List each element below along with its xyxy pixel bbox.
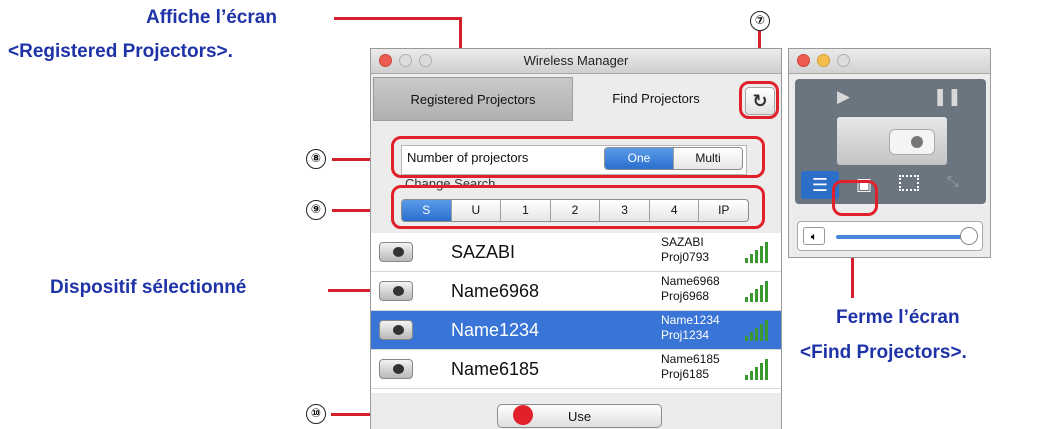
highlight-9 [391,185,765,229]
device-host: Name1234 [661,313,720,327]
zoom-icon[interactable] [837,54,850,67]
highlight-8 [391,136,765,178]
volume-track [836,235,970,239]
device-host: SAZABI [661,235,704,249]
device-info: Name6185 Proj6185 [661,352,720,382]
callout-affiche-line1: Affiche l’écran [146,7,277,28]
callout-number-8: ⑧ [306,149,326,169]
highlight-7 [739,81,779,119]
callout-ferme-line2: <Find Projectors>. [800,342,967,363]
projector-icon [379,359,413,379]
device-name: Name6185 [451,359,540,379]
volume-slider-knob[interactable] [960,227,978,245]
signal-icon [745,358,773,380]
device-info: SAZABI Proj0793 [661,235,709,265]
signal-icon [745,319,773,341]
close-icon[interactable] [797,54,810,67]
control-window: ▶ ❚❚ ☰ ▣ ⤡ 🔈︎ [788,48,991,258]
tab-find-projectors[interactable]: Find Projectors [576,77,736,121]
device-host: Name6185 [661,352,720,366]
device-list[interactable]: SAZABI SAZABI Proj0793 Name6968 Name6968 P… [371,233,781,393]
leader-affiche [334,17,462,20]
callout-affiche-line2: <Registered Projectors>. [8,41,233,62]
callout-ferme-line1: Ferme l’écran [836,307,960,328]
resize-icon[interactable]: ⤡ [947,173,977,195]
control-title-bar [789,49,990,74]
pause-icon[interactable]: ❚❚ [933,87,962,107]
projector-icon [837,117,947,165]
callout-dispositif: Dispositif sélectionné [50,277,247,298]
leader-10-dot [513,405,533,425]
volume-bar: 🔈︎ [797,221,983,251]
projector-icon [379,320,413,340]
speaker-icon[interactable]: 🔈︎ [803,227,825,245]
device-host: Name6968 [661,274,720,288]
window-title: Wireless Manager [523,53,629,68]
signal-icon [745,280,773,302]
device-id: Proj0793 [661,250,710,264]
device-id: Proj6968 [661,289,710,303]
highlight-ferme [832,180,878,216]
device-id: Proj6185 [661,367,710,381]
callout-number-7: ⑦ [750,11,770,31]
callout-number-9: ⑨ [306,200,326,220]
projector-icon [379,281,413,301]
device-id: Proj1234 [661,328,710,342]
wireless-manager-window: Wireless Manager Registered Projectors F… [370,48,782,429]
title-bar: Wireless Manager [371,49,781,74]
device-name: SAZABI [451,242,516,262]
play-icon[interactable]: ▶ [837,87,850,107]
tab-registered-projectors[interactable]: Registered Projectors [373,77,573,121]
control-panel: ▶ ❚❚ ☰ ▣ ⤡ [795,79,986,204]
device-row[interactable]: Name6185 Name6185 Proj6185 [371,350,781,389]
projector-icon [379,242,413,262]
device-name: Name1234 [451,320,540,340]
device-row[interactable]: SAZABI SAZABI Proj0793 [371,233,781,272]
callout-number-10: ⑩ [306,404,326,424]
signal-icon [745,241,773,263]
device-name: Name6968 [451,281,540,301]
device-row-selected[interactable]: Name1234 Name1234 Proj1234 [371,311,781,350]
device-info: Name6968 Proj6968 [661,274,720,304]
minimize-icon[interactable] [817,54,830,67]
device-info: Name1234 Proj1234 [661,313,720,343]
device-row[interactable]: Name6968 Name6968 Proj6968 [371,272,781,311]
selection-icon[interactable] [899,175,919,191]
